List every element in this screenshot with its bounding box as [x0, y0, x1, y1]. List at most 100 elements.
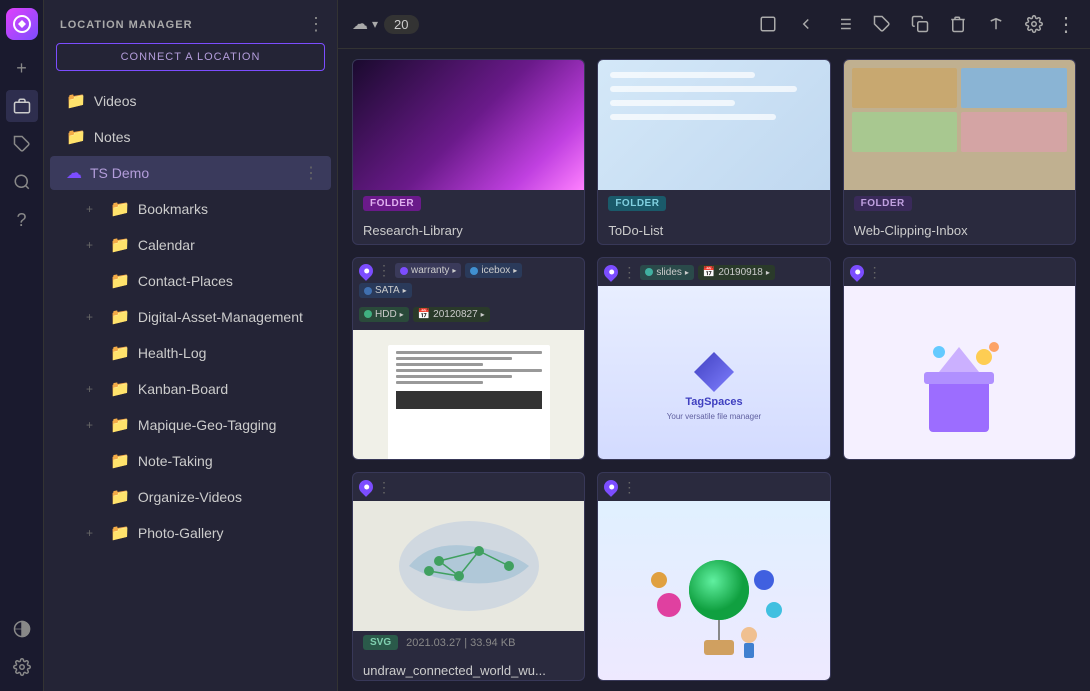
- sidebar-item-organize-videos[interactable]: + 📁 Organize-Videos: [50, 480, 331, 514]
- delete-button[interactable]: [942, 8, 974, 40]
- card-thumbnail: [844, 60, 1075, 190]
- card-web-clipping[interactable]: FOLDER Web-Clipping-Inbox: [843, 59, 1076, 245]
- location-manager-more-icon[interactable]: ⋮: [307, 14, 325, 35]
- expand-icon[interactable]: +: [86, 526, 102, 540]
- card-options-icon[interactable]: ⋮: [622, 264, 636, 281]
- add-icon[interactable]: +: [6, 52, 38, 84]
- tag-warranty[interactable]: warranty ▸: [395, 263, 461, 278]
- connect-location-button[interactable]: CONNECT A LOCATION: [56, 43, 325, 71]
- tag-hdd[interactable]: HDD ▸: [359, 307, 409, 322]
- card-name: Web-Clipping-Inbox: [854, 223, 1065, 238]
- tag-slides[interactable]: slides ▸: [640, 265, 694, 280]
- calendar-folder-icon: 📁: [110, 235, 130, 255]
- tags-icon[interactable]: [6, 128, 38, 160]
- location-icon: [356, 261, 376, 281]
- copy-button[interactable]: [904, 8, 936, 40]
- tag-sata[interactable]: SATA ▸: [359, 283, 412, 298]
- sidebar-item-digital-asset[interactable]: + 📁 Digital-Asset-Management: [50, 300, 331, 334]
- location-icon: [601, 477, 621, 497]
- sidebar-item-contact-places[interactable]: + 📁 Contact-Places: [50, 264, 331, 298]
- card-options-icon[interactable]: ⋮: [622, 479, 636, 496]
- settings-button[interactable]: [1018, 8, 1050, 40]
- card-name: Research-Library: [363, 223, 574, 238]
- expand-icon[interactable]: +: [86, 382, 102, 396]
- tag-arrow: ▸: [403, 286, 407, 295]
- card-saturn[interactable]: ⋮ warranty ▸ icebox ▸ SATA ▸: [352, 257, 585, 460]
- card-thumbnail: [353, 330, 584, 460]
- sidebar-item-calendar[interactable]: + 📁 Calendar: [50, 228, 331, 262]
- sidebar-item-label: Organize-Videos: [138, 489, 319, 505]
- expand-icon[interactable]: +: [86, 202, 102, 216]
- sidebar-item-photo-gallery[interactable]: + 📁 Photo-Gallery: [50, 516, 331, 550]
- tag-date[interactable]: 📅 20120827 ▸: [413, 307, 490, 322]
- mapique-folder-icon: 📁: [110, 415, 130, 435]
- card-footer: FOLDER: [353, 190, 584, 217]
- notetaking-folder-icon: 📁: [110, 451, 130, 471]
- location-manager-header: LOCATION MANAGER ⋮: [44, 0, 337, 43]
- sidebar-item-label: Videos: [94, 93, 295, 109]
- search-icon[interactable]: [6, 166, 38, 198]
- tag-arrow: ▸: [766, 268, 770, 277]
- help-icon[interactable]: ?: [6, 204, 38, 236]
- card-options-icon[interactable]: ⋮: [377, 479, 391, 496]
- expand-icon[interactable]: +: [86, 418, 102, 432]
- card-todo-list[interactable]: FOLDER ToDo-List: [597, 59, 830, 245]
- back-button[interactable]: [790, 8, 822, 40]
- cloud-dropdown-icon[interactable]: ▾: [372, 17, 378, 31]
- ts-demo-more-icon[interactable]: ⋮: [303, 163, 319, 183]
- main-content: ☁ ▾ 20 ⋮: [338, 0, 1090, 691]
- card-options-icon[interactable]: ⋮: [377, 262, 391, 279]
- card-name: undraw_connected_world_wu...: [363, 663, 574, 678]
- card-tagspaces-overview[interactable]: ⋮ slides ▸ 📅 20190918 ▸ TagSpaces Your v…: [597, 257, 830, 460]
- card-thumbnail: TagSpaces Your versatile file manager: [598, 286, 829, 460]
- videos-folder-icon: 📁: [66, 91, 86, 111]
- card-undraw-collecting[interactable]: ⋮ SVG 2021.03.27 | 31.52 KB: [843, 257, 1076, 460]
- sidebar-item-mapique[interactable]: + 📁 Mapique-Geo-Tagging: [50, 408, 331, 442]
- sidebar-item-label: Notes: [94, 129, 295, 145]
- tag-date[interactable]: 📅 20190918 ▸: [698, 265, 775, 280]
- card-options-icon[interactable]: ⋮: [868, 264, 882, 281]
- tag-arrow: ▸: [685, 268, 689, 277]
- card-undraw-connected-world[interactable]: ⋮ SVG: [352, 472, 585, 681]
- card-thumbnail: [598, 501, 829, 681]
- folder-badge: FOLDER: [608, 196, 666, 211]
- sidebar-item-ts-demo[interactable]: ☁ TS Demo ⋮: [50, 156, 331, 190]
- kanban-folder-icon: 📁: [110, 379, 130, 399]
- folder-badge: FOLDER: [363, 196, 421, 211]
- card-undraw-floating[interactable]: ⋮: [597, 472, 830, 681]
- card-meta: SVG 2021.03.27 | 33.94 KB: [353, 631, 584, 657]
- card-name: ToDo-List: [608, 223, 819, 238]
- photo-folder-icon: 📁: [110, 523, 130, 543]
- sidebar-item-note-taking[interactable]: + 📁 Note-Taking: [50, 444, 331, 478]
- cloud-icon: ☁: [352, 14, 368, 34]
- sidebar-item-label: Contact-Places: [138, 273, 319, 289]
- sort-button[interactable]: [980, 8, 1012, 40]
- sidebar-item-health-log[interactable]: + 📁 Health-Log: [50, 336, 331, 370]
- sidebar-item-bookmarks[interactable]: + 📁 Bookmarks: [50, 192, 331, 226]
- contact-folder-icon: 📁: [110, 271, 130, 291]
- tag-icebox[interactable]: icebox ▸: [465, 263, 522, 278]
- contrast-icon[interactable]: [6, 613, 38, 645]
- file-type-badge: SVG: [363, 635, 398, 650]
- list-view-button[interactable]: [828, 8, 860, 40]
- card-research-library[interactable]: FOLDER Research-Library: [352, 59, 585, 245]
- cloud-selector[interactable]: ☁ ▾: [352, 14, 378, 34]
- expand-icon[interactable]: +: [86, 310, 102, 324]
- sidebar-item-notes[interactable]: 📁 Notes ⋮: [50, 120, 331, 154]
- location-manager-title: LOCATION MANAGER: [60, 19, 193, 31]
- card-thumbnail: [353, 60, 584, 190]
- settings-icon[interactable]: [6, 651, 38, 683]
- tag-dot: [645, 268, 653, 276]
- card-footer: FOLDER: [598, 190, 829, 217]
- toolbar-more-icon[interactable]: ⋮: [1056, 12, 1076, 37]
- tag-filter-button[interactable]: [866, 8, 898, 40]
- sidebar-item-label: Kanban-Board: [138, 381, 319, 397]
- tag-row: ⋮: [353, 473, 584, 501]
- sidebar-item-kanban[interactable]: + 📁 Kanban-Board: [50, 372, 331, 406]
- sidebar-item-label: TS Demo: [90, 165, 295, 181]
- select-tool-button[interactable]: [752, 8, 784, 40]
- tag-label: 20190918: [718, 267, 763, 278]
- sidebar-item-videos[interactable]: 📁 Videos ⋮: [50, 84, 331, 118]
- expand-icon[interactable]: +: [86, 238, 102, 252]
- briefcase-icon[interactable]: [6, 90, 38, 122]
